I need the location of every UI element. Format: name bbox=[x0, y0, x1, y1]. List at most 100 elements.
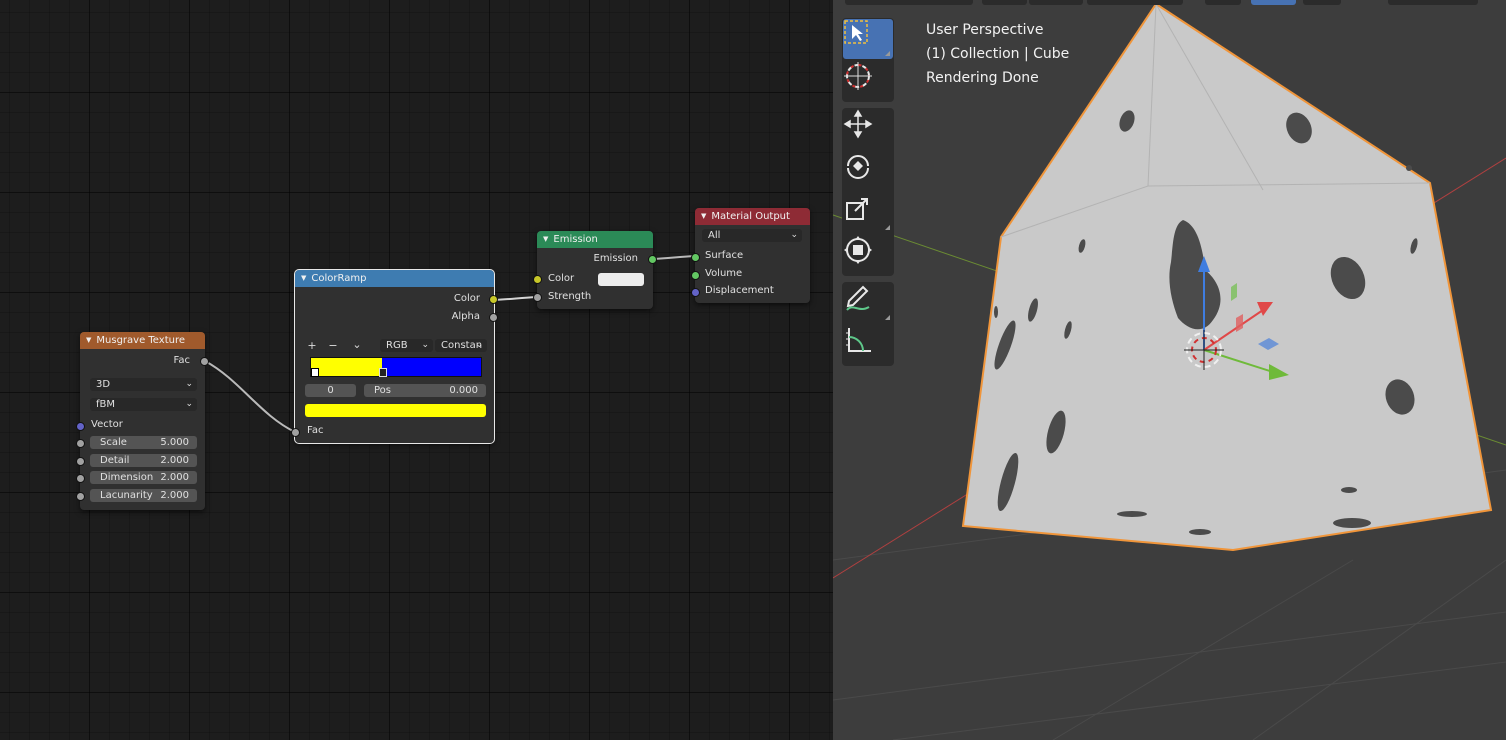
cursor-tool[interactable] bbox=[843, 61, 893, 101]
ramp-segment-blue bbox=[382, 358, 481, 376]
musgrave-texture-node[interactable]: ▼ Musgrave Texture Fac 3D ⌄ fBM ⌄ Vector … bbox=[76, 332, 209, 510]
color-swatch[interactable] bbox=[598, 273, 644, 286]
input-strength-socket[interactable] bbox=[533, 293, 542, 302]
target-select[interactable]: All ⌄ bbox=[702, 229, 802, 242]
field-label: Detail bbox=[100, 455, 130, 466]
material-output-node[interactable]: ▼ Material Output All ⌄ Surface Volume Di… bbox=[691, 208, 810, 303]
output-emission-socket[interactable] bbox=[648, 255, 657, 264]
stop-index-field[interactable]: 0 bbox=[305, 384, 356, 397]
input-color-label: Color bbox=[548, 273, 575, 284]
rotate-icon bbox=[847, 155, 869, 179]
viewport-header bbox=[833, 0, 1506, 6]
input-strength-label: Strength bbox=[548, 291, 592, 302]
header-menu-segment[interactable] bbox=[845, 0, 973, 5]
corner-arrow-icon bbox=[885, 225, 890, 230]
stop-index-value: 0 bbox=[327, 385, 334, 396]
header-segment[interactable] bbox=[1087, 0, 1183, 5]
emission-node-header[interactable]: ▼ Emission bbox=[537, 231, 653, 248]
measure-icon bbox=[846, 328, 871, 352]
field-label: Scale bbox=[100, 437, 127, 448]
field-value: 5.000 bbox=[160, 437, 189, 448]
node-editor[interactable]: ▼ Musgrave Texture Fac 3D ⌄ fBM ⌄ Vector … bbox=[0, 0, 833, 740]
output-alpha-socket[interactable] bbox=[489, 313, 498, 322]
annotate-tool[interactable] bbox=[843, 283, 893, 323]
perspective-label: User Perspective bbox=[926, 22, 1044, 38]
render-status: Rendering Done bbox=[926, 70, 1039, 86]
toolbar-group-annotate bbox=[842, 282, 894, 366]
collapse-triangle-icon[interactable]: ▼ bbox=[701, 208, 706, 225]
active-color-swatch[interactable] bbox=[305, 404, 486, 417]
input-fac-label: Fac bbox=[307, 425, 324, 436]
collapse-triangle-icon[interactable]: ▼ bbox=[301, 270, 306, 287]
transform-tool[interactable] bbox=[843, 235, 893, 275]
dimensions-select[interactable]: 3D ⌄ bbox=[90, 378, 197, 391]
output-fac-socket[interactable] bbox=[200, 357, 209, 366]
musgrave-node-header[interactable]: ▼ Musgrave Texture bbox=[80, 332, 205, 349]
header-segment[interactable] bbox=[1205, 0, 1241, 5]
node-title: Material Output bbox=[711, 211, 790, 222]
chevron-down-icon: ⌄ bbox=[475, 340, 483, 350]
toolbar-group-select bbox=[842, 18, 894, 102]
material-output-node-header[interactable]: ▼ Material Output bbox=[695, 208, 810, 225]
input-color-socket[interactable] bbox=[533, 275, 542, 284]
collapse-triangle-icon[interactable]: ▼ bbox=[543, 231, 548, 248]
input-displacement-socket[interactable] bbox=[691, 288, 700, 297]
remove-stop-icon[interactable]: − bbox=[323, 339, 343, 352]
pos-field[interactable]: Pos 0.000 bbox=[364, 384, 486, 397]
scale-field[interactable]: Scale 5.000 bbox=[90, 436, 197, 449]
select-box-tool[interactable] bbox=[843, 19, 893, 59]
collapse-triangle-icon[interactable]: ▼ bbox=[86, 332, 91, 349]
move-tool[interactable] bbox=[843, 109, 893, 149]
input-vector-socket[interactable] bbox=[76, 422, 85, 431]
input-lacunarity-socket[interactable] bbox=[76, 492, 85, 501]
toolbar-group-transform bbox=[842, 108, 894, 276]
header-segment[interactable] bbox=[1388, 0, 1478, 5]
output-fac-label: Fac bbox=[173, 355, 190, 366]
header-segment[interactable] bbox=[982, 0, 1027, 5]
colorramp-node[interactable]: ▼ ColorRamp Color Alpha + − ⌄ RGB ⌄ Const… bbox=[291, 269, 498, 444]
input-vector-label: Vector bbox=[91, 419, 123, 430]
link-musgrave-to-colorramp bbox=[203, 359, 297, 434]
color-ramp-bar[interactable] bbox=[310, 357, 482, 377]
input-detail-socket[interactable] bbox=[76, 457, 85, 466]
input-surface-label: Surface bbox=[705, 250, 744, 261]
input-surface-socket[interactable] bbox=[691, 253, 700, 262]
add-stop-icon[interactable]: + bbox=[302, 339, 322, 352]
3d-viewport[interactable]: User Perspective (1) Collection | Cube R… bbox=[833, 0, 1506, 740]
ramp-stop-handle[interactable] bbox=[311, 368, 319, 377]
interpolation-select[interactable]: Constan ⌄ bbox=[435, 339, 487, 352]
type-value: fBM bbox=[96, 399, 116, 410]
type-select[interactable]: fBM ⌄ bbox=[90, 398, 197, 411]
ramp-segment-yellow bbox=[311, 358, 383, 376]
dimension-field[interactable]: Dimension 2.000 bbox=[90, 471, 197, 484]
viewport-overlay-text: User Perspective (1) Collection | Cube R… bbox=[926, 18, 1069, 90]
header-segment[interactable] bbox=[1029, 0, 1083, 5]
output-color-socket[interactable] bbox=[489, 295, 498, 304]
input-fac-socket[interactable] bbox=[291, 428, 300, 437]
field-value: 2.000 bbox=[160, 490, 189, 501]
rotate-tool[interactable] bbox=[843, 151, 893, 191]
input-scale-socket[interactable] bbox=[76, 439, 85, 448]
measure-tool[interactable] bbox=[843, 325, 893, 365]
link-colorramp-to-emission bbox=[493, 295, 539, 302]
link-emission-to-output bbox=[651, 254, 697, 261]
header-segment[interactable] bbox=[1251, 0, 1296, 5]
ramp-stop-handle[interactable] bbox=[379, 368, 388, 377]
dimensions-value: 3D bbox=[96, 379, 111, 390]
colorramp-node-header[interactable]: ▼ ColorRamp bbox=[295, 270, 494, 287]
detail-field[interactable]: Detail 2.000 bbox=[90, 454, 197, 467]
output-color-label: Color bbox=[453, 293, 480, 304]
move-icon bbox=[843, 109, 873, 139]
color-mode-value: RGB bbox=[386, 340, 408, 351]
ramp-menu-icon[interactable]: ⌄ bbox=[347, 338, 367, 351]
scale-tool[interactable] bbox=[843, 193, 893, 233]
pos-label: Pos bbox=[374, 385, 392, 396]
transform-icon bbox=[844, 236, 872, 264]
input-dimension-socket[interactable] bbox=[76, 474, 85, 483]
input-volume-socket[interactable] bbox=[691, 271, 700, 280]
emission-node[interactable]: ▼ Emission Emission Color Strength bbox=[533, 231, 657, 309]
header-segment[interactable] bbox=[1303, 0, 1341, 5]
color-mode-select[interactable]: RGB ⌄ bbox=[380, 339, 433, 352]
chevron-down-icon: ⌄ bbox=[421, 340, 429, 350]
lacunarity-field[interactable]: Lacunarity 2.000 bbox=[90, 489, 197, 502]
